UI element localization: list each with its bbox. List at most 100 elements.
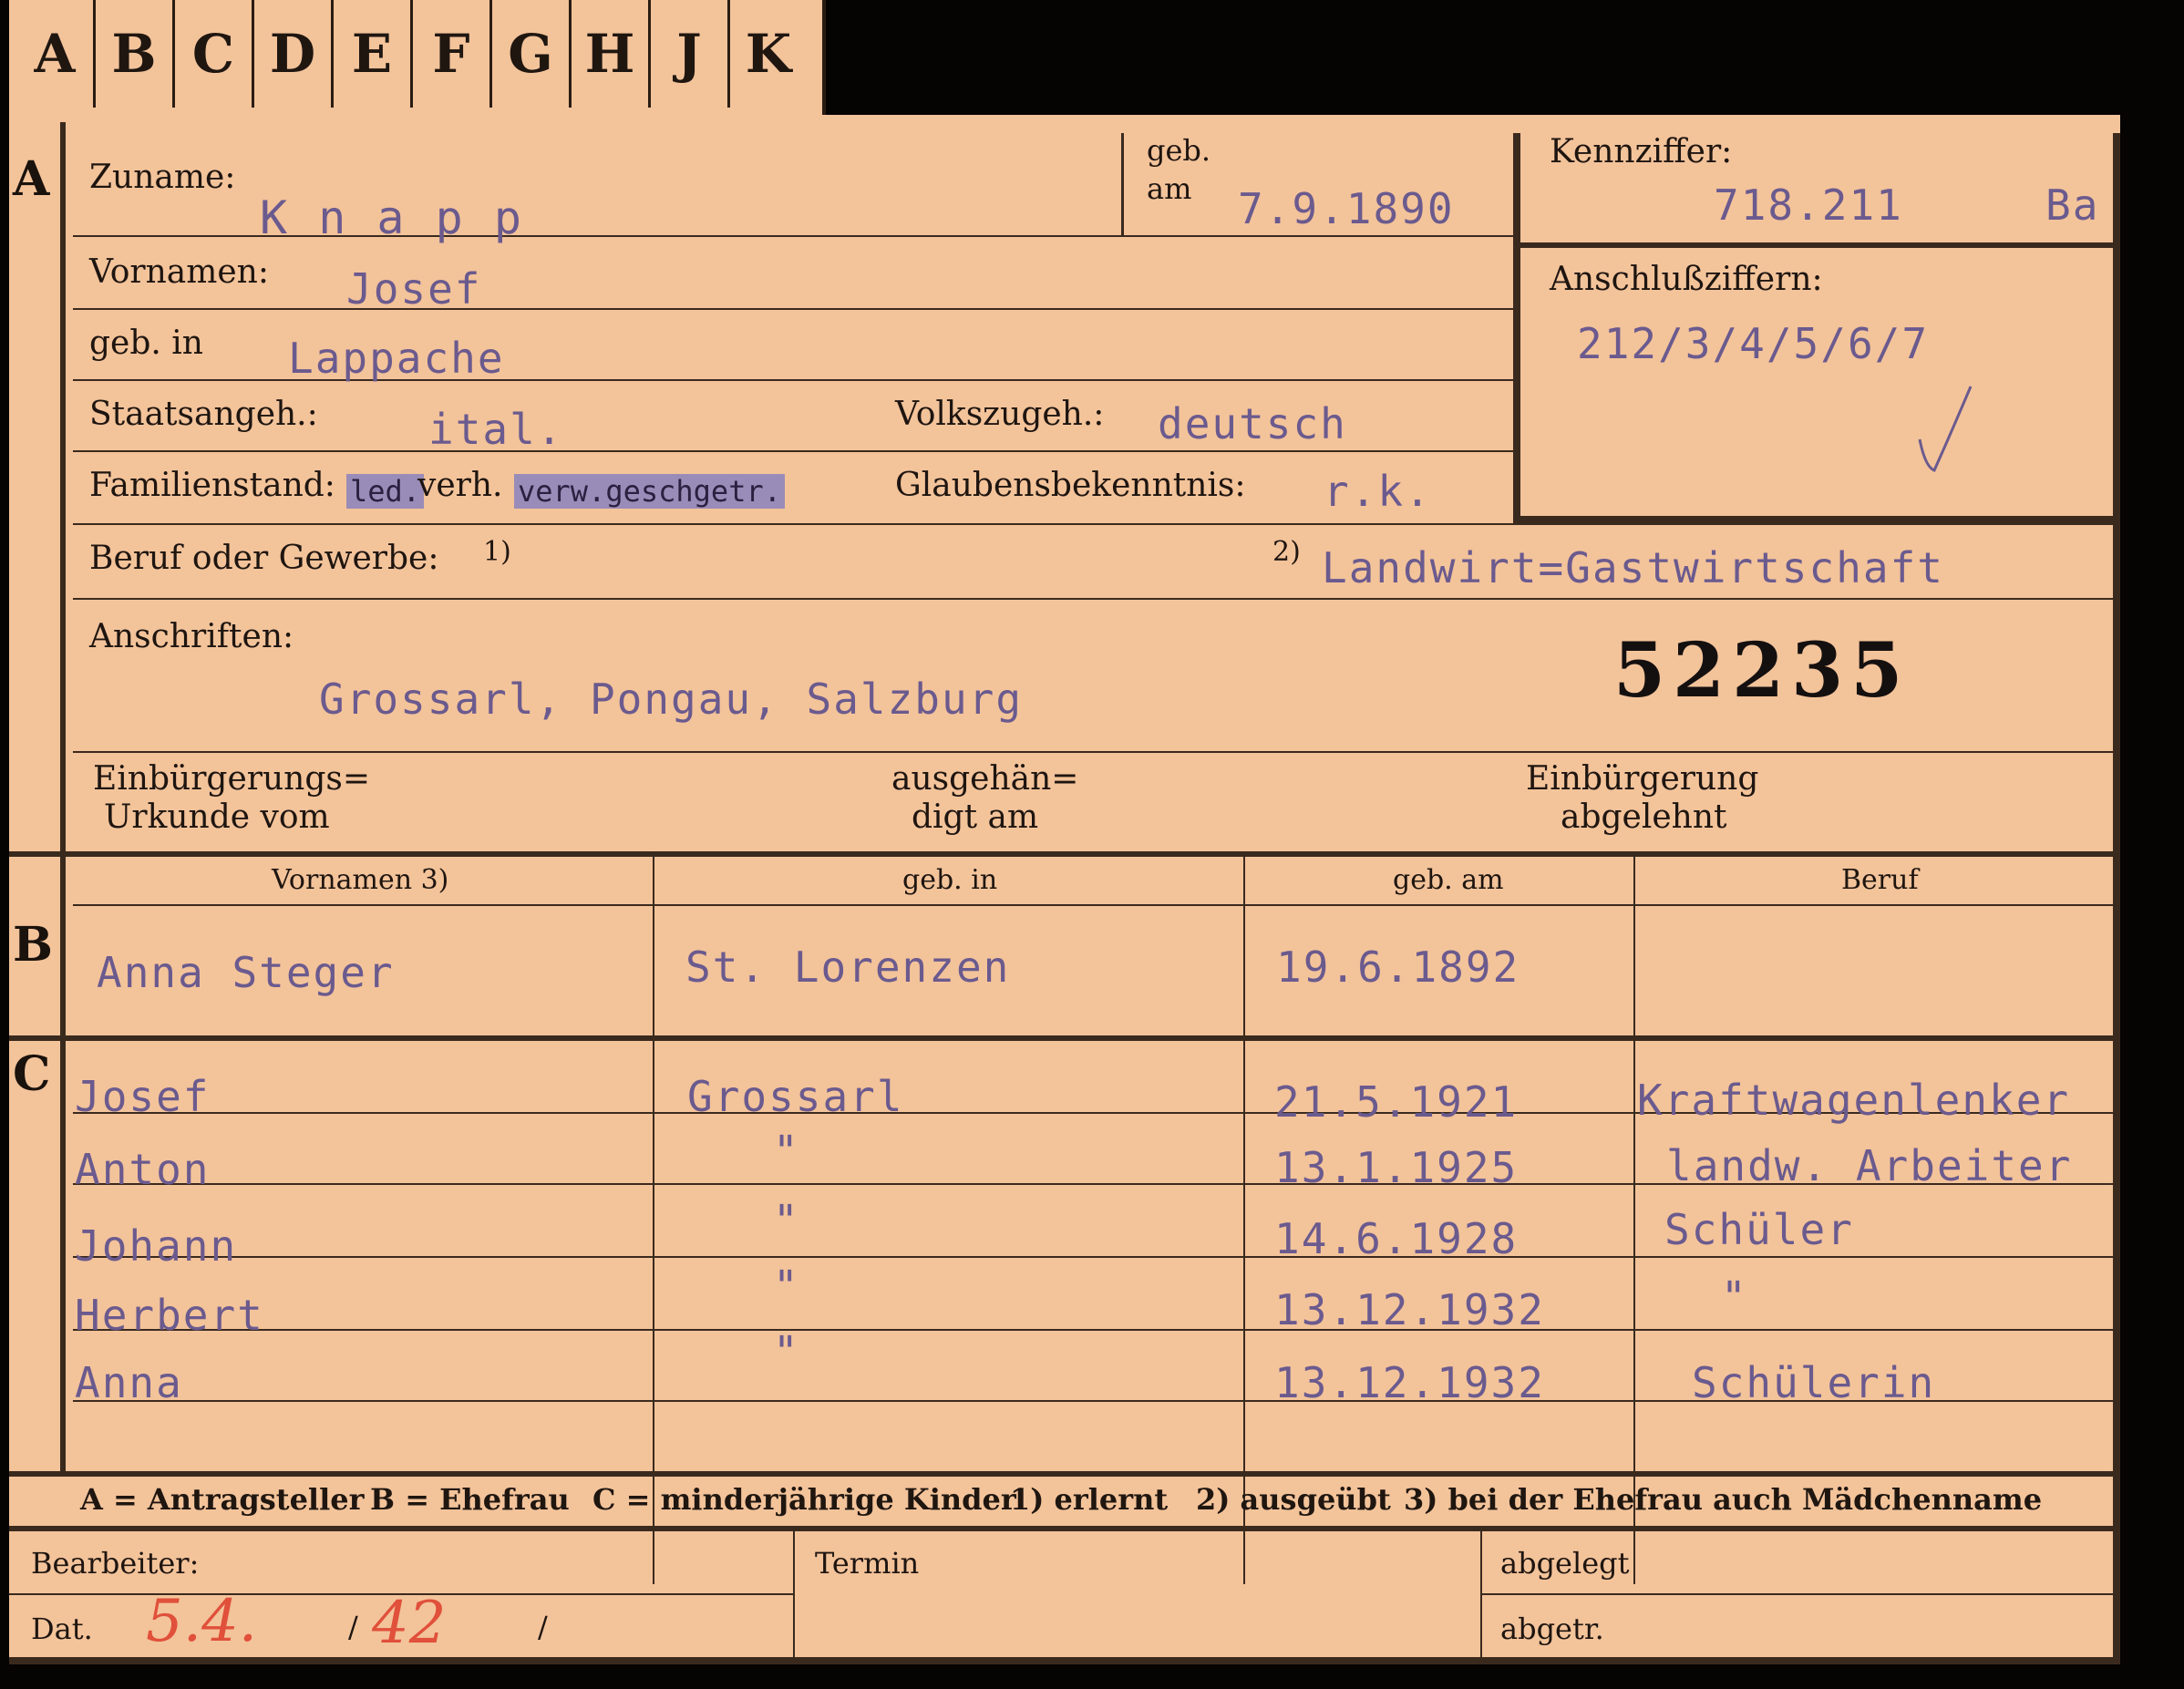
anschlussziffern-value: 212/3/4/5/6/7 — [1577, 319, 1930, 368]
akten-nummer: 52235 — [1613, 627, 1911, 715]
tab-a[interactable]: A — [16, 0, 96, 108]
footer-divider-1 — [793, 1531, 795, 1664]
geb-am-value: 7.9.1890 — [1238, 184, 1455, 233]
anschriften-label: Anschriften: — [89, 618, 294, 655]
legend-c: C = minderjährige Kinder — [592, 1482, 1016, 1517]
familienstand-rest-struck: verw.geschgetr. — [514, 474, 785, 509]
child-5-job: Schülerin — [1692, 1358, 1936, 1407]
row-rule-5 — [73, 523, 2115, 525]
footer-divider-2 — [1480, 1531, 1482, 1664]
tab-g[interactable]: G — [492, 0, 572, 108]
child-rule-3 — [73, 1256, 2115, 1258]
dat-handwritten-year: 42 — [372, 1590, 447, 1657]
abgelegt-label: abgelegt — [1500, 1546, 1630, 1581]
glaubens-label: Glaubensbekenntnis: — [895, 467, 1246, 504]
staatsangeh-label: Staatsangeh.: — [89, 396, 318, 433]
child-1-job: Kraftwagenlenker — [1637, 1076, 2071, 1125]
anschlussziffern-label: Anschlußziffern: — [1550, 261, 1823, 298]
child-4-date: 13.12.1932 — [1274, 1285, 1545, 1334]
dat-label: Dat. — [31, 1612, 93, 1646]
section-b-marker: B — [13, 917, 53, 973]
zuname-value: K n a p p — [260, 191, 523, 244]
legend-top-rule — [9, 1471, 2120, 1477]
vornamen-value: Josef — [346, 264, 482, 314]
spouse-name: Anna Steger — [97, 948, 395, 997]
right-border — [2113, 133, 2120, 1664]
tab-c[interactable]: C — [175, 0, 254, 108]
child-2-place: " — [773, 1127, 800, 1176]
vornamen-label: Vornamen: — [89, 253, 269, 291]
ausgehaendigt-label-1: ausgehän= — [891, 760, 1079, 798]
legend-fn1: 1) erlernt — [1010, 1482, 1169, 1517]
geb-in-label: geb. in — [89, 324, 203, 362]
beruf-label: Beruf oder Gewerbe: — [89, 540, 439, 577]
einbuergerungsurkunde-label-1: Einbürgerungs= — [93, 760, 371, 798]
kennziffer-value: 718.211 — [1714, 180, 1903, 230]
staatsangeh-value: ital. — [428, 405, 564, 454]
einbuergerungsurkunde-label-2: Urkunde vom — [104, 798, 330, 836]
child-rule-4 — [73, 1329, 2115, 1331]
child-4-name: Herbert — [75, 1291, 264, 1340]
child-3-name: Johann — [75, 1221, 238, 1271]
abgetr-label: abgetr. — [1500, 1612, 1604, 1646]
row-rule-7 — [73, 751, 2115, 753]
am-label: am — [1147, 171, 1192, 206]
bearbeiter-label: Bearbeiter: — [31, 1546, 200, 1581]
spouse-birthdate: 19.6.1892 — [1276, 942, 1520, 992]
tab-h[interactable]: H — [572, 0, 651, 108]
child-3-date: 14.6.1928 — [1274, 1214, 1519, 1263]
geb-divider — [1121, 133, 1124, 235]
child-2-date: 13.1.1925 — [1274, 1143, 1519, 1192]
row-rule-6 — [73, 598, 2115, 600]
legend-b: B = Ehefrau — [370, 1482, 570, 1517]
section-c-top-rule — [9, 1035, 2120, 1041]
zuname-label: Zuname: — [89, 159, 236, 196]
spouse-header-beruf: Beruf — [1841, 864, 1919, 896]
einbuergerung-abgelehnt-label-2: abgelehnt — [1561, 798, 1727, 836]
kennziffer-label: Kennziffer: — [1550, 133, 1733, 170]
footer-row-rule-right — [1480, 1593, 2120, 1595]
section-a-marker: A — [13, 151, 50, 207]
child-5-date: 13.12.1932 — [1274, 1358, 1545, 1407]
registration-card: A Zuname: K n a p p geb. am 7.9.1890 Ken… — [9, 115, 2120, 1664]
section-b-top-rule — [9, 851, 2120, 857]
familienstand-verh: verh. — [417, 467, 503, 504]
tab-f[interactable]: F — [413, 0, 492, 108]
spouse-header-vornamen: Vornamen 3) — [272, 864, 449, 896]
tab-d[interactable]: D — [254, 0, 334, 108]
tab-k[interactable]: K — [730, 0, 807, 108]
child-3-place: " — [773, 1196, 800, 1245]
ausgehaendigt-label-2: digt am — [912, 798, 1039, 836]
einbuergerung-abgelehnt-label-1: Einbürgerung — [1526, 760, 1759, 798]
geb-label: geb. — [1147, 133, 1211, 168]
kennziffer-suffix: Ba — [2045, 180, 2100, 230]
legend-fn3: 3) bei der Ehefrau auch Mädchenname — [1404, 1482, 2043, 1517]
child-4-job: " — [1721, 1272, 1748, 1322]
beruf-footnote-2: 2) — [1272, 536, 1301, 568]
kennziffer-box-left — [1513, 133, 1520, 525]
tab-e[interactable]: E — [334, 0, 413, 108]
glaubens-value: r.k. — [1324, 467, 1432, 516]
child-2-name: Anton — [75, 1145, 211, 1194]
legend-a: A = Antragsteller — [80, 1482, 365, 1517]
checkmark-icon — [1918, 386, 1973, 472]
beruf-ausgeuebt-value: Landwirt=Gastwirtschaft — [1322, 543, 1944, 592]
spouse-header-geb-in: geb. in — [902, 864, 998, 896]
child-4-place: " — [773, 1262, 800, 1311]
footer-bottom-rule — [9, 1657, 2120, 1664]
row-rule-2 — [73, 308, 1513, 310]
left-margin-rule — [60, 122, 66, 1476]
child-2-job: landw. Arbeiter — [1666, 1141, 2073, 1190]
index-tab-strip: A B C D E F G H J K — [9, 0, 826, 118]
child-1-place: Grossarl — [687, 1072, 904, 1121]
geb-in-value: Lappache — [288, 334, 505, 383]
section-c-marker: C — [13, 1046, 51, 1102]
familienstand-ledig-struck: led. — [346, 474, 425, 509]
anschrift-value: Grossarl, Pongau, Salzburg — [319, 675, 1024, 724]
child-3-job: Schüler — [1664, 1205, 1854, 1254]
child-5-place: " — [773, 1327, 800, 1376]
dat-slash-2: / — [538, 1610, 548, 1644]
kennziffer-box-divider — [1513, 242, 2120, 248]
tab-b[interactable]: B — [96, 0, 175, 108]
tab-j[interactable]: J — [651, 0, 730, 108]
